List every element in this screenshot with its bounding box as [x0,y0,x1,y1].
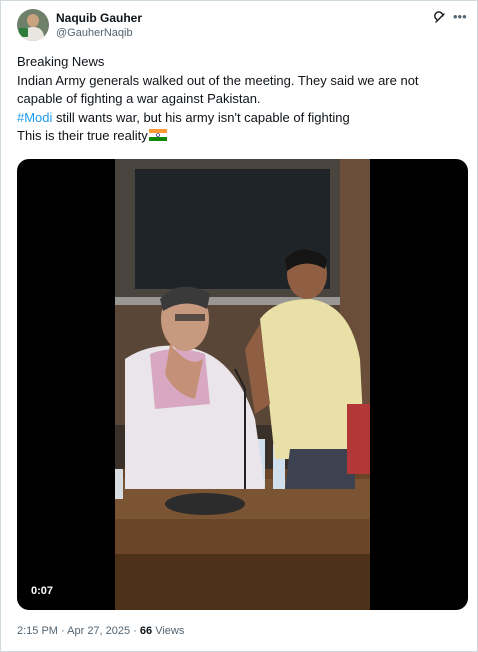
india-flag-icon [148,129,167,141]
more-options-icon[interactable]: ••• [453,9,467,24]
avatar-flag [19,28,28,37]
tweet-line-2: Indian Army generals walked out of the m… [17,72,419,88]
author-avatar[interactable] [17,9,49,41]
tweet-line-4-rest: still wants war, but his army isn't capa… [52,109,350,125]
avatar-head [27,14,39,27]
post-time[interactable]: 2:15 PM [17,625,58,637]
video-timestamp: 0:07 [27,583,58,599]
tweet-line-5-text: This is their true reality [17,128,148,143]
views-label: Views [152,625,185,637]
meta-separator: · [130,625,140,637]
author-name[interactable]: Naquib Gauher [56,11,142,25]
post-date[interactable]: Apr 27, 2025 [67,625,130,637]
video-player[interactable]: 0:07 [17,159,468,610]
tweet-line-3: capable of fighting a war against Pakist… [17,91,261,106]
tweet-text: Breaking News Indian Army generals walke… [17,53,457,146]
video-frame [115,159,370,610]
tweet-line-4: #Modi still wants war, but his army isn'… [17,109,457,128]
grok-icon[interactable] [433,11,447,25]
tweet-line-5: This is their true reality [17,127,457,146]
meta-separator: · [57,625,68,637]
tweet-card[interactable]: Naquib Gauher @GauherNaqib ••• Breaking … [0,0,478,652]
tweet-line-1: Breaking News [17,54,105,69]
tweet-meta: 2:15 PM · Apr 27, 2025 · 66 Views [17,625,184,637]
hashtag-link[interactable]: #Modi [17,110,52,125]
views-count[interactable]: 66 [140,625,152,637]
author-handle[interactable]: @GauherNaqib [56,27,133,39]
